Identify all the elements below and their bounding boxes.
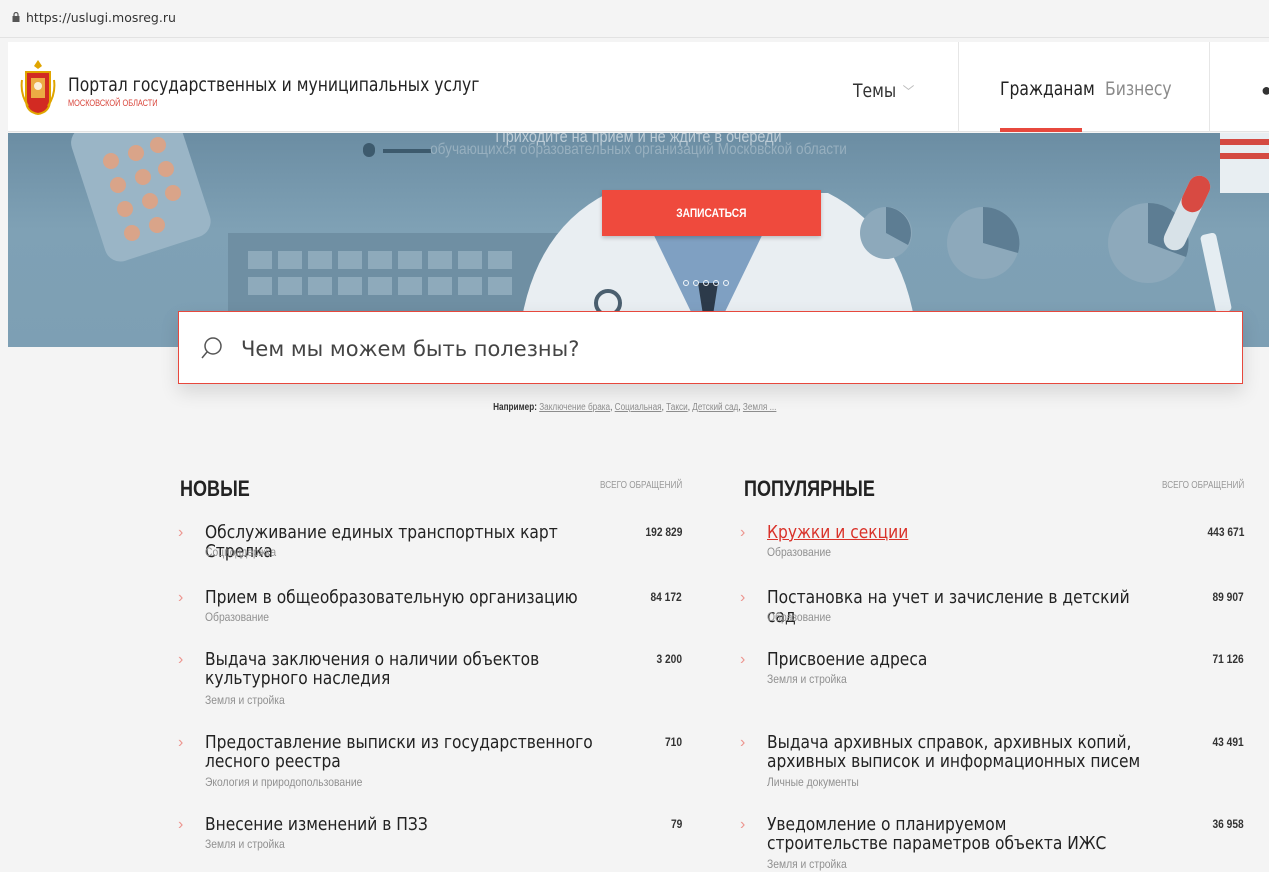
examples-label: Например: xyxy=(492,402,537,413)
service-category: Личные документы xyxy=(767,775,859,789)
service-count: 43 491 xyxy=(1212,735,1244,749)
hero-subtitle: обучающихся образовательных организаций … xyxy=(430,141,847,158)
chevron-right-icon: › xyxy=(740,651,746,668)
site-header: Портал государственных и муниципальных у… xyxy=(8,42,1269,132)
chevron-right-icon: › xyxy=(740,816,746,833)
lock-icon xyxy=(12,12,20,22)
user-menu-icon[interactable]: ● xyxy=(1261,80,1269,101)
portal-title[interactable]: Портал государственных и муниципальных у… xyxy=(68,74,479,96)
service-category: Образование xyxy=(767,545,831,559)
nav-themes-menu[interactable]: Темы ﹀ xyxy=(853,80,914,102)
service-count: 192 829 xyxy=(645,525,682,539)
carousel-dot[interactable] xyxy=(693,280,699,286)
browser-address-bar[interactable]: https://uslugi.mosreg.ru xyxy=(0,0,1269,38)
carousel-dot[interactable] xyxy=(683,280,689,286)
service-title-link[interactable]: Кружки и секции xyxy=(767,523,1128,542)
chevron-right-icon: › xyxy=(178,816,184,833)
service-title[interactable]: Выдача архивных справок, архивных копий,… xyxy=(767,733,1188,771)
chevron-right-icon: › xyxy=(178,734,184,751)
service-count: 3 200 xyxy=(656,652,682,666)
chevron-right-icon: › xyxy=(178,589,184,606)
example-link[interactable]: Земля ... xyxy=(743,402,776,413)
service-category: Образование xyxy=(205,610,269,624)
service-count: 710 xyxy=(664,735,682,749)
search-box xyxy=(178,311,1243,384)
service-count: 36 958 xyxy=(1212,817,1244,831)
popular-services-heading: ПОПУЛЯРНЫЕ xyxy=(744,476,875,501)
service-title[interactable]: Прием в общеобразовательную организацию xyxy=(205,588,592,607)
chevron-right-icon: › xyxy=(178,651,184,668)
chevron-right-icon: › xyxy=(740,734,746,751)
service-category: Земля и стройка xyxy=(205,693,285,707)
active-tab-indicator xyxy=(1000,128,1082,132)
chevron-right-icon: › xyxy=(178,524,184,541)
service-category: Земля и стройка xyxy=(767,672,847,686)
chevron-right-icon: › xyxy=(740,589,746,606)
example-link[interactable]: Такси xyxy=(666,402,688,413)
service-count: 84 172 xyxy=(650,590,682,604)
new-services-heading: НОВЫЕ xyxy=(180,476,250,501)
nav-divider xyxy=(1209,42,1210,132)
carousel-dot[interactable] xyxy=(703,280,709,286)
nav-business-tab[interactable]: Бизнесу xyxy=(1105,78,1172,100)
search-input[interactable] xyxy=(241,332,1201,366)
service-title[interactable]: Выдача заключения о наличии объектов кул… xyxy=(205,650,618,688)
example-link[interactable]: Детский сад xyxy=(692,402,738,413)
service-category: Земля и стройка xyxy=(767,857,847,871)
signup-button[interactable]: ЗАПИСАТЬСЯ xyxy=(602,190,821,236)
nav-divider xyxy=(958,42,959,132)
service-title[interactable]: Внесение изменений в ПЗЗ xyxy=(205,815,592,834)
popular-total-requests-label: ВСЕГО ОБРАЩЕНИЙ xyxy=(1161,480,1244,491)
nav-citizens-tab[interactable]: Гражданам xyxy=(1000,78,1095,100)
service-count: 89 907 xyxy=(1212,590,1244,604)
service-title[interactable]: Уведомление о планируемом строительстве … xyxy=(767,815,1128,853)
carousel-dot[interactable] xyxy=(723,280,729,286)
chevron-down-icon: ﹀ xyxy=(902,85,915,101)
address-url[interactable]: https://uslugi.mosreg.ru xyxy=(26,10,176,25)
example-link[interactable]: Заключение брака xyxy=(539,402,610,413)
service-title[interactable]: Присвоение адреса xyxy=(767,650,1128,669)
chevron-right-icon: › xyxy=(740,524,746,541)
carousel-dot[interactable] xyxy=(713,280,719,286)
service-category: Соцподдержка xyxy=(205,545,277,559)
service-category: Образование xyxy=(767,610,831,624)
service-count: 443 671 xyxy=(1207,525,1244,539)
carousel-pagination xyxy=(683,280,729,286)
service-category: Экология и природопользование xyxy=(205,775,363,789)
signup-button-label: ЗАПИСАТЬСЯ xyxy=(676,206,747,220)
service-category: Земля и стройка xyxy=(205,837,285,851)
service-count: 71 126 xyxy=(1212,652,1244,666)
example-link[interactable]: Социальная xyxy=(614,402,661,413)
new-total-requests-label: ВСЕГО ОБРАЩЕНИЙ xyxy=(599,480,682,491)
crest-icon[interactable] xyxy=(20,58,56,116)
portal-subtitle: МОСКОВСКОЙ ОБЛАСТИ xyxy=(68,98,158,108)
service-count: 79 xyxy=(670,817,682,831)
search-icon[interactable] xyxy=(201,336,223,360)
search-examples: Например: Заключение брака, Социальная, … xyxy=(492,402,777,413)
nav-themes-label: Темы xyxy=(853,80,897,102)
service-title[interactable]: Предоставление выписки из государственно… xyxy=(205,733,618,771)
